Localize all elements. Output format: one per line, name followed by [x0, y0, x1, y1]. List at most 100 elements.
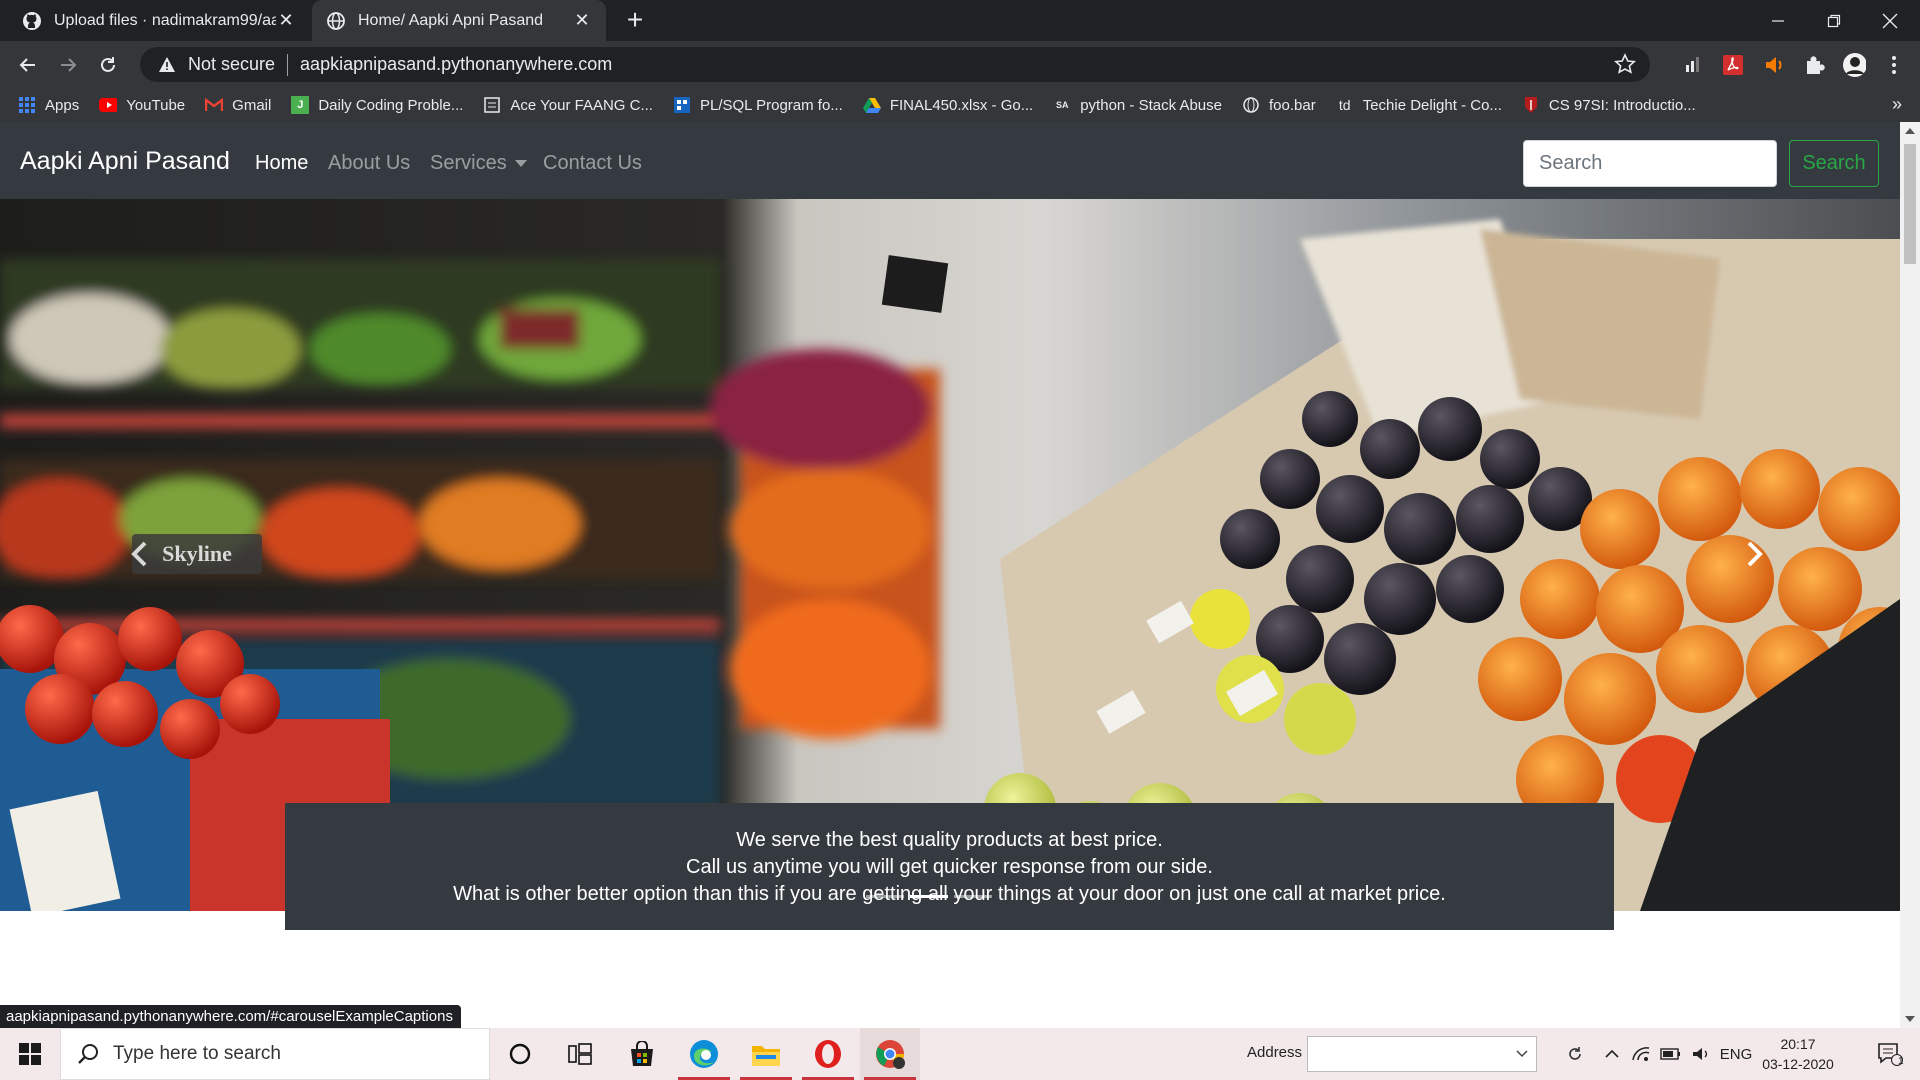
site-search-button[interactable]: Search — [1789, 140, 1879, 187]
bookmark-icon — [483, 96, 501, 114]
skyline-sign-text: Skyline — [162, 541, 232, 566]
bookmark-star-icon[interactable] — [1614, 53, 1636, 75]
site-navbar: Aapki Apni Pasand Home About Us Services… — [0, 122, 1900, 199]
menu-kebab-icon[interactable] — [1882, 53, 1906, 77]
tab-title: Home/ Aapki Apni Pasand — [358, 11, 544, 29]
td-icon: td — [1338, 97, 1351, 113]
file-explorer-icon[interactable] — [736, 1028, 796, 1080]
bookmark-daily-coding[interactable]: J Daily Coding Proble... — [291, 96, 463, 114]
nav-home[interactable]: Home — [255, 152, 308, 175]
bookmark-label: Gmail — [232, 96, 272, 114]
battery-icon[interactable] — [1656, 1028, 1686, 1080]
close-tab-icon[interactable]: ✕ — [572, 10, 592, 31]
tab-aapki-apni-pasand[interactable]: Home/ Aapki Apni Pasand ✕ — [312, 0, 606, 41]
chrome-icon[interactable] — [860, 1028, 920, 1080]
carousel-indicators — [863, 895, 995, 898]
dropdown-caret-icon — [514, 160, 527, 168]
apps-grid-icon — [18, 96, 36, 114]
bookmark-techie-delight[interactable]: td Techie Delight - Co... — [1336, 96, 1502, 114]
bookmark-stack-abuse[interactable]: SA python - Stack Abuse — [1053, 96, 1222, 114]
bookmark-final450[interactable]: FINAL450.xlsx - Go... — [862, 96, 1033, 114]
page-scrollbar[interactable] — [1900, 122, 1920, 1028]
tab-github-upload[interactable]: Upload files · nadimakram99/aapkiapnipas… — [8, 0, 310, 41]
bookmark-label: Apps — [45, 96, 80, 114]
bookmark-plsql[interactable]: PL/SQL Program fo... — [673, 96, 843, 114]
profile-avatar-icon[interactable] — [1842, 53, 1866, 77]
bookmark-foobar[interactable]: foo.bar — [1242, 96, 1316, 114]
windows-start-button[interactable] — [0, 1028, 60, 1080]
audio-extension-icon[interactable] — [1762, 53, 1786, 77]
bookmark-label: YouTube — [126, 96, 186, 114]
notification-center-icon[interactable]: 1 — [1862, 1028, 1918, 1080]
drive-icon — [862, 96, 881, 114]
site-brand[interactable]: Aapki Apni Pasand — [20, 147, 230, 176]
restore-icon[interactable] — [1806, 0, 1862, 41]
carousel-indicator-2[interactable] — [910, 895, 948, 898]
address-toolbar-input[interactable] — [1307, 1036, 1537, 1072]
clock-time: 20:17 — [1780, 1036, 1816, 1052]
divider — [287, 53, 289, 76]
wifi-icon[interactable] — [1626, 1028, 1656, 1080]
new-tab-button[interactable]: + — [620, 6, 650, 36]
stackabuse-icon: SA — [1055, 100, 1069, 110]
address-refresh-icon[interactable] — [1560, 1028, 1590, 1080]
opera-icon[interactable] — [798, 1028, 858, 1080]
address-toolbar-label: Address — [1247, 1044, 1303, 1061]
bookmark-youtube[interactable]: YouTube — [99, 96, 185, 114]
taskbar-search[interactable]: Type here to search — [60, 1028, 490, 1080]
close-window-icon[interactable] — [1862, 0, 1918, 41]
minimize-icon[interactable] — [1750, 0, 1806, 41]
carousel-prev-button[interactable] — [110, 519, 170, 589]
caption-line: Call us anytime you will get quicker res… — [686, 856, 1213, 878]
scrollbar-thumb[interactable] — [1904, 144, 1916, 264]
globe-icon — [327, 11, 345, 30]
extensions-puzzle-icon[interactable] — [1802, 53, 1826, 77]
carousel-next-button[interactable] — [1724, 519, 1784, 589]
nav-contact-us[interactable]: Contact Us — [543, 152, 642, 175]
chevron-right-icon — [1747, 541, 1763, 567]
address-bar[interactable]: Not secure aapkiapnipasand.pythonanywher… — [140, 47, 1650, 82]
tab-title: Upload files · nadimakram99/aapkiapnipas… — [54, 11, 276, 29]
pdf-extension-icon[interactable] — [1721, 53, 1745, 77]
reload-icon[interactable] — [94, 51, 122, 79]
carousel-indicator-3[interactable] — [954, 895, 992, 898]
carousel-indicator-1[interactable] — [866, 895, 904, 898]
edge-icon[interactable] — [674, 1028, 734, 1080]
bookmark-gmail[interactable]: Gmail — [205, 96, 271, 114]
bookmark-apps[interactable]: Apps — [18, 96, 79, 114]
bookmark-cs97si[interactable]: CS 97SI: Introductio... — [1522, 96, 1696, 114]
language-indicator[interactable]: ENG — [1716, 1028, 1756, 1080]
cortana-icon[interactable] — [490, 1028, 550, 1080]
scroll-down-icon[interactable] — [1905, 1016, 1915, 1022]
chevron-down-icon[interactable] — [1516, 1050, 1528, 1058]
webpage: Aapki Apni Pasand Home About Us Services… — [0, 122, 1900, 1028]
gmail-icon — [205, 96, 224, 114]
bookmark-icon: J — [291, 96, 310, 114]
store-icon[interactable] — [612, 1028, 672, 1080]
site-search-input[interactable] — [1523, 140, 1777, 187]
browser-toolbar: Not secure aapkiapnipasand.pythonanywher… — [0, 41, 1920, 88]
windows-logo-icon — [19, 1043, 41, 1065]
system-clock[interactable]: 20:17 03-12-2020 — [1752, 1034, 1844, 1074]
bookmark-label: Techie Delight - Co... — [1362, 96, 1502, 114]
close-tab-icon[interactable]: ✕ — [276, 10, 296, 31]
taskbar-search-placeholder: Type here to search — [113, 1043, 281, 1064]
nav-about-us[interactable]: About Us — [328, 152, 410, 175]
bookmark-ace-faang[interactable]: Ace Your FAANG C... — [483, 96, 653, 114]
caption-line: We serve the best quality products at be… — [736, 829, 1163, 851]
back-icon[interactable] — [14, 51, 42, 79]
show-hidden-icons-chevron-icon[interactable] — [1598, 1028, 1626, 1080]
scroll-up-icon[interactable] — [1905, 128, 1915, 134]
forward-icon[interactable] — [54, 51, 82, 79]
youtube-icon — [99, 96, 118, 114]
nav-services[interactable]: Services — [430, 152, 527, 175]
url-text[interactable]: aapkiapnipasand.pythonanywhere.com — [300, 54, 612, 75]
bookmark-label: foo.bar — [1268, 96, 1316, 114]
more-bookmarks-icon[interactable]: » — [1892, 94, 1902, 115]
extension-signal-icon[interactable] — [1680, 53, 1704, 77]
bookmark-label: CS 97SI: Introductio... — [1548, 96, 1696, 114]
bookmark-label: PL/SQL Program fo... — [699, 96, 843, 114]
volume-icon[interactable] — [1686, 1028, 1716, 1080]
task-view-icon[interactable] — [550, 1028, 610, 1080]
notification-count: 1 — [1898, 1056, 1904, 1067]
